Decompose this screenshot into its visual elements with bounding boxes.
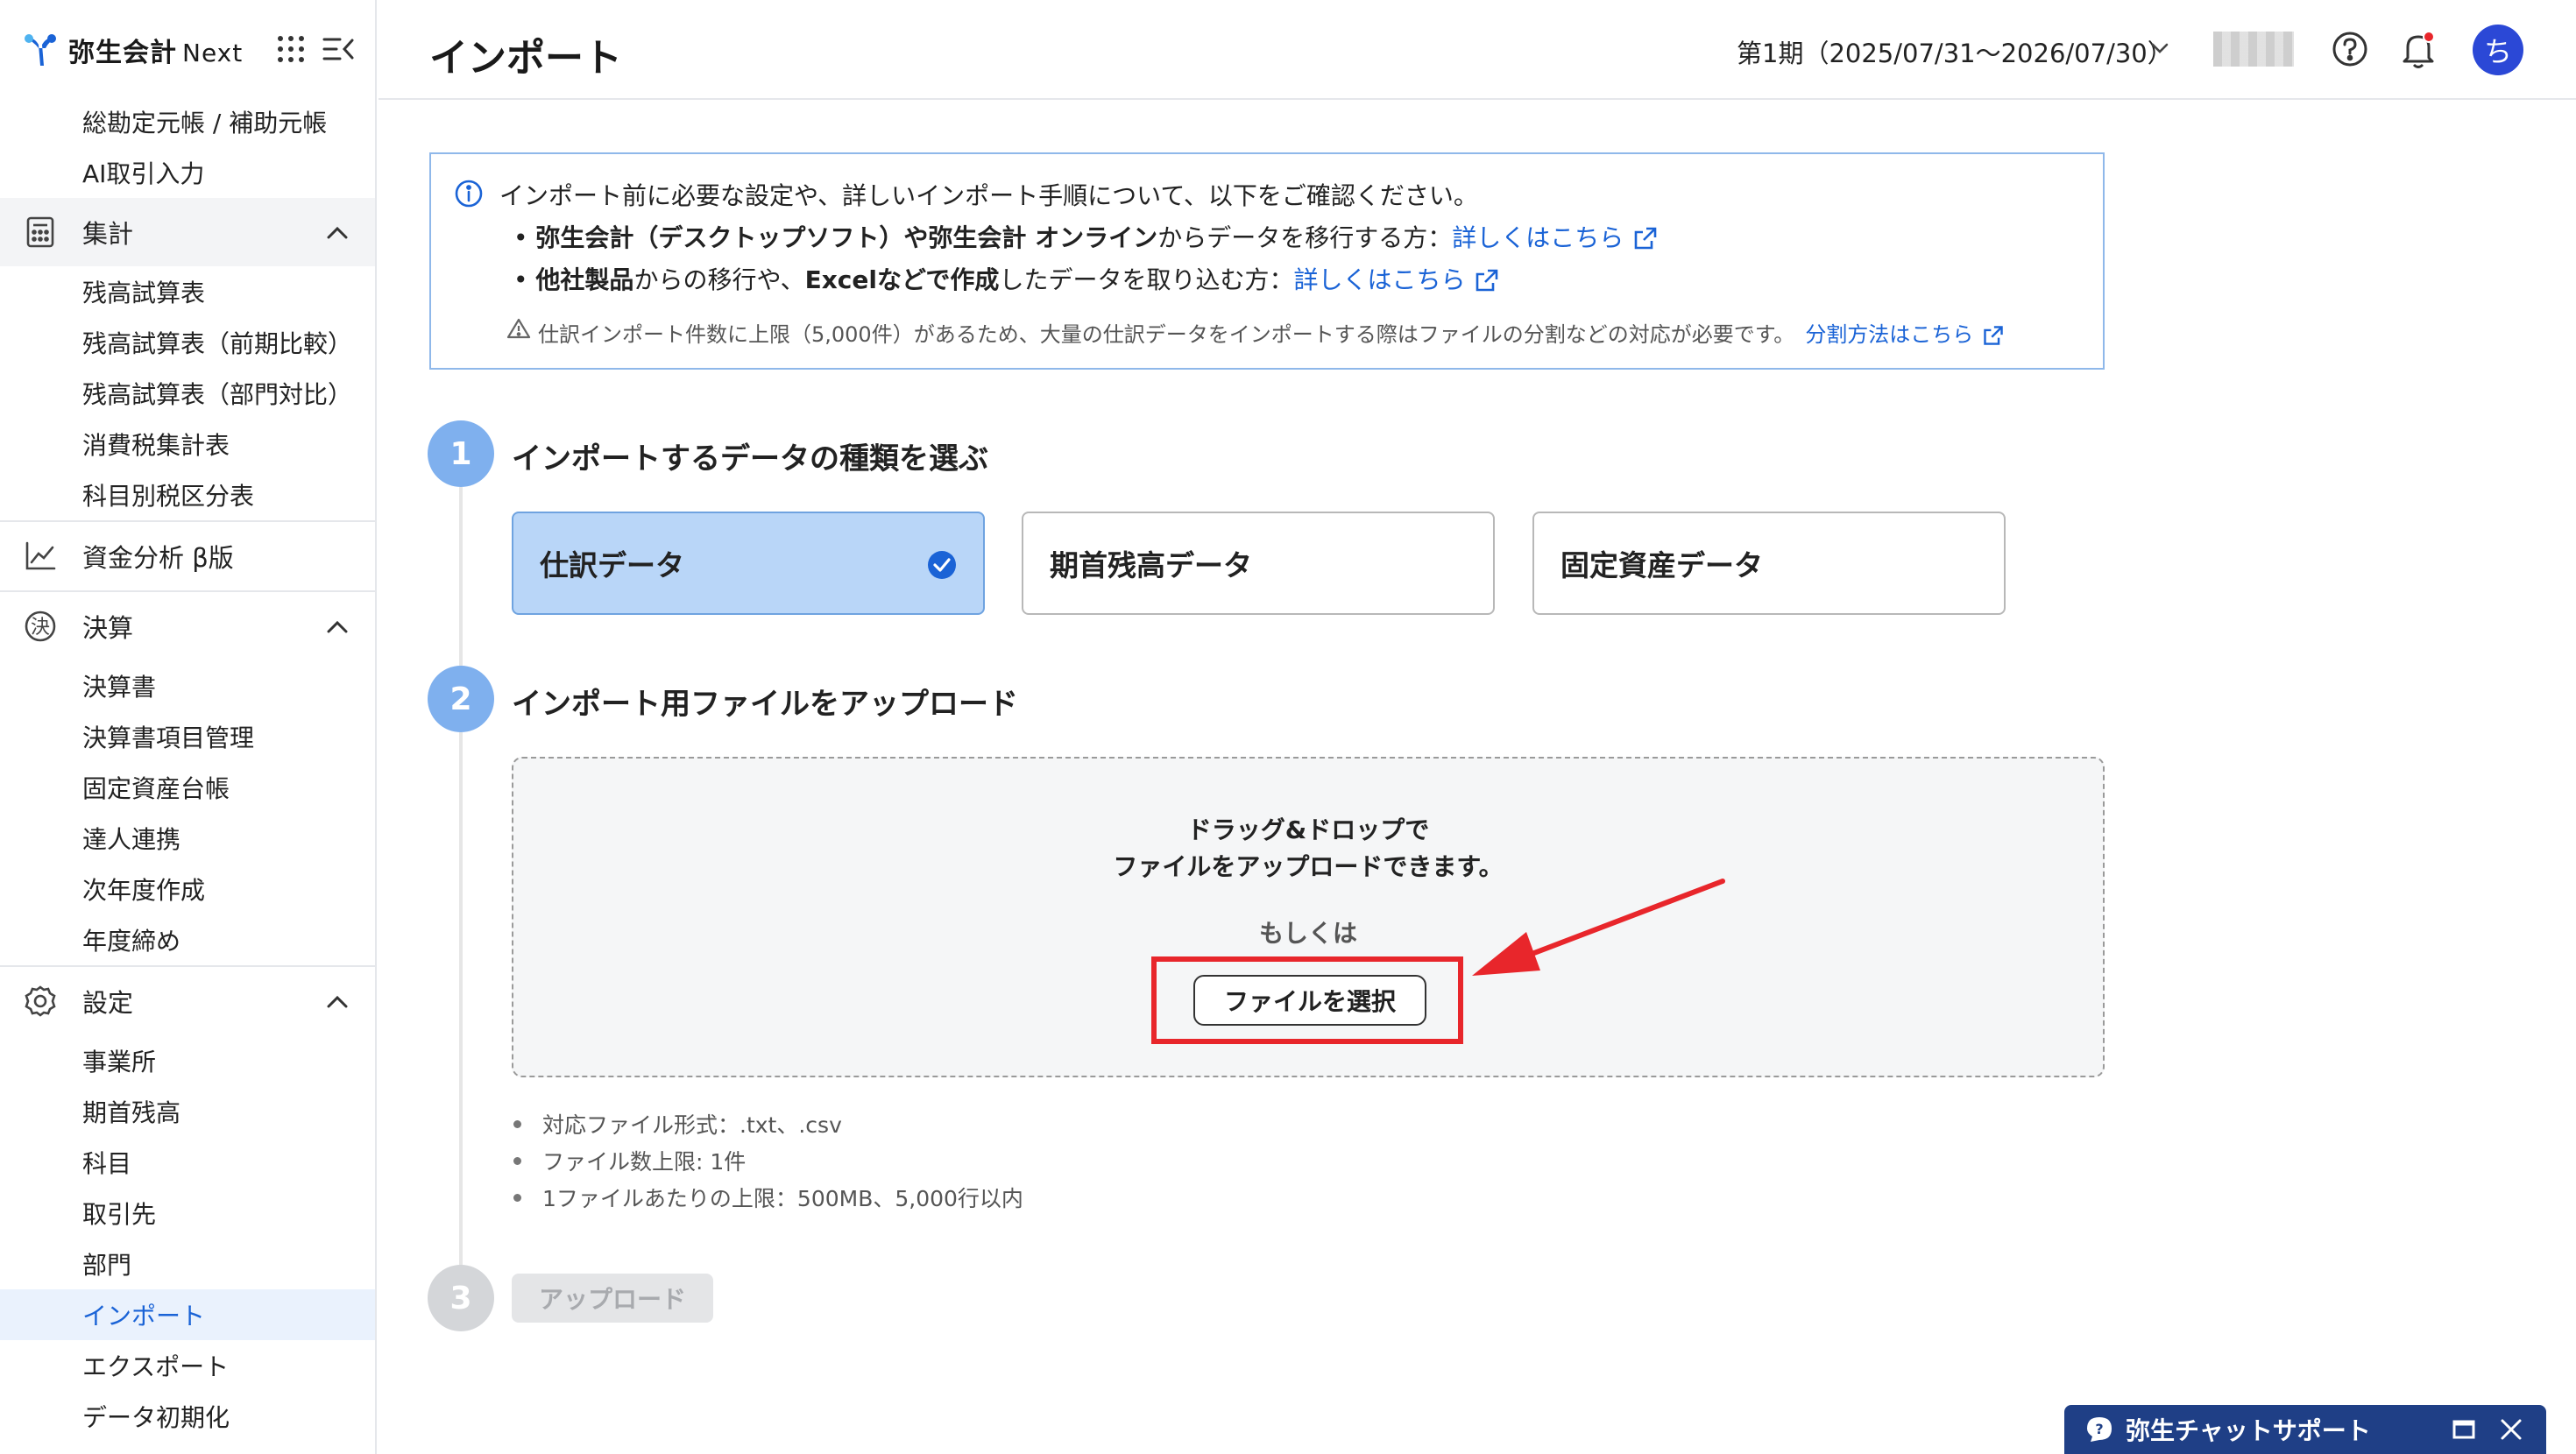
data-type-opening-balance[interactable]: 期首残高データ (1022, 512, 1495, 615)
step-connector (459, 732, 463, 1296)
info-intro: インポート前に必要な設定や、詳しいインポート手順について、以下をご確認ください。 (499, 181, 1478, 210)
info-bullet-other: • 他社製品からの移行や、Excelなどで作成したデータを取り込む方：詳しくはこ… (513, 261, 1500, 296)
step-1-indicator: 1 (428, 420, 494, 487)
step-2-indicator: 2 (428, 666, 494, 732)
external-link-icon[interactable] (1474, 267, 1500, 293)
sidebar-item-year-close[interactable]: 年度締め (0, 914, 375, 965)
sidebar-item-partners[interactable]: 取引先 (0, 1188, 375, 1239)
chat-icon: ? (2085, 1415, 2113, 1443)
collapse-menu-icon[interactable] (321, 32, 356, 67)
data-type-label: 期首残高データ (1050, 548, 1252, 582)
help-icon[interactable] (2331, 30, 2369, 68)
drop-instruction-line2: ファイルをアップロードできます。 (1113, 852, 1504, 881)
sidebar-group-label: 資金分析 β版 (82, 543, 234, 573)
data-type-label: 仕訳データ (540, 548, 684, 582)
warning-icon (506, 317, 531, 340)
top-header: インポート 第1期（2025/07/31〜2026/07/30） ち (379, 0, 2576, 100)
check-circle-icon (927, 550, 957, 580)
gear-icon (23, 984, 58, 1019)
sidebar-item-fixed-assets[interactable]: 固定資産台帳 (0, 762, 375, 813)
external-link-icon[interactable] (1982, 324, 2005, 347)
period-selector[interactable]: 第1期（2025/07/31〜2026/07/30） (1737, 33, 2173, 70)
sidebar-item-trial-balance-prev[interactable]: 残高試算表（前期比較） (0, 317, 375, 368)
sidebar-item-departments[interactable]: 部門 (0, 1239, 375, 1289)
sidebar-item-data-reset[interactable]: データ初期化 (0, 1391, 375, 1442)
sidebar-group-aggregate[interactable]: 集計 (0, 198, 375, 266)
data-type-journal[interactable]: 仕訳データ (512, 512, 985, 615)
annotation-arrow-icon (1472, 879, 1725, 976)
sidebar-nav: 総勘定元帳 / 補助元帳 AI取引入力 集計 残高試算表 残高試算表（前期比較）… (0, 96, 375, 1442)
or-text: もしくは (1258, 919, 1357, 948)
yayoi-logo-icon (21, 31, 60, 69)
sidebar-item-tatsujin[interactable]: 達人連携 (0, 813, 375, 864)
details-link-other[interactable]: 詳しくはこちら (1293, 265, 1465, 294)
chevron-up-icon (324, 221, 350, 244)
app-grid-icon[interactable] (273, 32, 308, 67)
sidebar-item-export[interactable]: エクスポート (0, 1340, 375, 1391)
sidebar-item-next-year[interactable]: 次年度作成 (0, 864, 375, 914)
sidebar-item-office[interactable]: 事業所 (0, 1035, 375, 1086)
list-item: 1ファイルあたりの上限：500MB、5,000行以内 (512, 1179, 1023, 1216)
data-type-fixed-assets[interactable]: 固定資産データ (1532, 512, 2006, 615)
info-bullet-yayoi: • 弥生会計（デスクトップソフト）や弥生会計 オンラインからデータを移行する方：… (513, 219, 1659, 254)
sidebar-group-settings[interactable]: 設定 (0, 967, 375, 1035)
chevron-up-icon (324, 615, 350, 638)
sidebar-group-label: 決算 (82, 613, 134, 643)
chat-support-label: 弥生チャットサポート (2126, 1416, 2371, 1445)
calculator-icon (23, 215, 58, 250)
svg-text:決: 決 (31, 617, 50, 639)
brand-name: 弥生会計 Next (68, 38, 244, 68)
sidebar: 弥生会計 Next 総勘定元帳 / 補助元帳 AI取引入力 集計 残高試算表 残… (0, 0, 377, 1454)
step-2-title: インポート用ファイルをアップロード (512, 687, 1018, 722)
split-method-link[interactable]: 分割方法はこちら (1805, 322, 1973, 347)
logo-bar: 弥生会計 Next (0, 0, 375, 100)
import-info-box: インポート前に必要な設定や、詳しいインポート手順について、以下をご確認ください。… (429, 152, 2105, 370)
sidebar-item-general-ledger[interactable]: 総勘定元帳 / 補助元帳 (0, 96, 375, 147)
user-name-blurred (2213, 32, 2294, 67)
sidebar-item-opening-balance[interactable]: 期首残高 (0, 1086, 375, 1137)
sidebar-item-financial-statements[interactable]: 決算書 (0, 660, 375, 711)
info-icon (454, 179, 484, 208)
maximize-icon[interactable] (2450, 1415, 2478, 1443)
data-type-label: 固定資産データ (1560, 548, 1763, 582)
line-chart-icon (23, 539, 58, 574)
sidebar-item-tax-category[interactable]: 科目別税区分表 (0, 469, 375, 520)
file-spec-list: 対応ファイル形式：.txt、.csv ファイル数上限: 1件 1ファイルあたりの… (512, 1105, 1023, 1216)
list-item: 対応ファイル形式：.txt、.csv (512, 1105, 1023, 1142)
closing-kanji-icon: 決 (23, 609, 58, 644)
svg-text:?: ? (2095, 1421, 2103, 1437)
upload-button[interactable]: アップロード (512, 1274, 713, 1323)
notification-bell-icon[interactable] (2399, 28, 2438, 70)
chat-support-bar[interactable]: ? 弥生チャットサポート (2064, 1405, 2546, 1454)
page-title: インポート (429, 36, 622, 81)
chevron-up-icon (324, 990, 350, 1013)
step-3-indicator: 3 (428, 1265, 494, 1331)
sidebar-item-trial-balance-dept[interactable]: 残高試算表（部門対比） (0, 368, 375, 419)
sidebar-item-statement-items[interactable]: 決算書項目管理 (0, 711, 375, 762)
sidebar-item-trial-balance[interactable]: 残高試算表 (0, 266, 375, 317)
sidebar-item-import[interactable]: インポート (0, 1289, 375, 1340)
sidebar-item-accounts[interactable]: 科目 (0, 1137, 375, 1188)
step-1-title: インポートするデータの種類を選ぶ (512, 441, 988, 476)
sidebar-group-funds[interactable]: 資金分析 β版 (0, 522, 375, 590)
avatar[interactable]: ち (2473, 25, 2523, 75)
sidebar-group-label: 集計 (82, 219, 134, 249)
chevron-down-icon[interactable] (2148, 39, 2171, 58)
details-link-yayoi[interactable]: 詳しくはこちら (1452, 223, 1624, 252)
list-item: ファイル数上限: 1件 (512, 1142, 1023, 1179)
external-link-icon[interactable] (1632, 225, 1659, 251)
drop-instruction-line1: ドラッグ&ドロップで (1186, 815, 1430, 844)
sidebar-group-label: 設定 (82, 988, 134, 1018)
annotation-highlight-box (1151, 956, 1463, 1044)
sidebar-item-consumption-tax[interactable]: 消費税集計表 (0, 419, 375, 469)
sidebar-group-closing[interactable]: 決 決算 (0, 592, 375, 660)
step-connector (459, 487, 463, 666)
sidebar-item-ai-entry[interactable]: AI取引入力 (0, 147, 375, 198)
import-limit-note: 仕訳インポート件数に上限（5,000件）があるため、大量の仕訳データをインポート… (538, 317, 2005, 348)
close-icon[interactable] (2497, 1415, 2525, 1443)
